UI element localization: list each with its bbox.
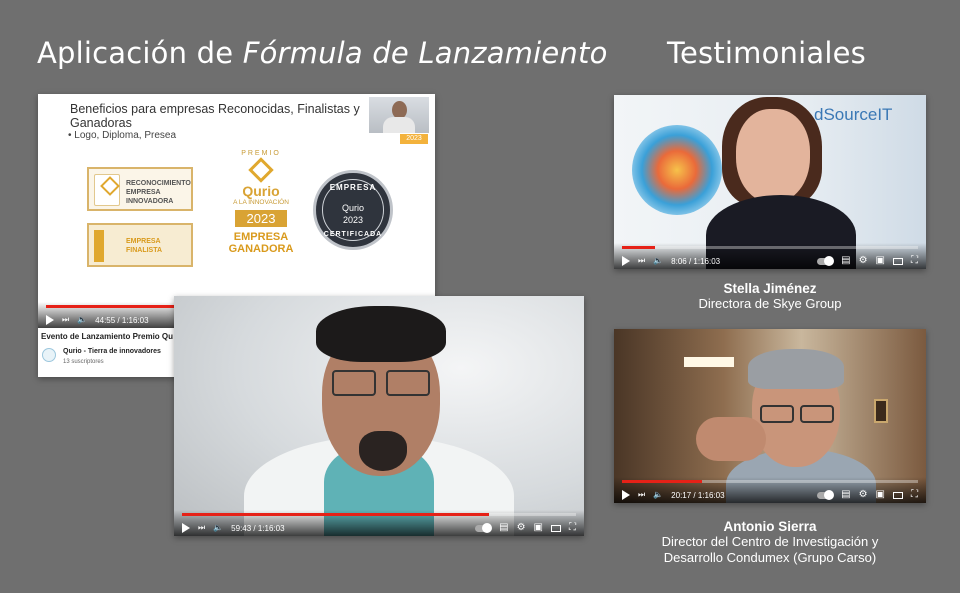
- time-display: 44:55 / 1:16:03: [95, 315, 149, 325]
- autoplay-toggle-icon[interactable]: [817, 255, 835, 266]
- fullscreen-icon[interactable]: ⛶: [911, 256, 918, 266]
- progress-played: [622, 246, 655, 249]
- volume-icon[interactable]: 🔈: [213, 524, 223, 532]
- play-icon[interactable]: [46, 315, 54, 325]
- seal-year: 2023: [342, 215, 364, 225]
- slide-title: Beneficios para empresas Reconocidas, Fi…: [70, 102, 360, 130]
- video-controls: ⏭ 🔈 59:43 / 1:16:03 ▤ ⚙ ▣ ⛶: [174, 510, 584, 536]
- award-reconocimiento-text: RECONOCIMIENTO EMPRESA INNOVADORA: [126, 180, 191, 205]
- play-icon[interactable]: [622, 490, 630, 500]
- speaker-thumbnail: [369, 97, 429, 133]
- diagram-graphic: [632, 125, 722, 215]
- subtitles-icon[interactable]: ▤: [499, 523, 508, 533]
- testimonial-video-antonio[interactable]: ⏭ 🔈 20:17 / 1:16:03 ▤ ⚙ ▣ ⛶: [614, 329, 926, 503]
- award-finalista-text: EMPRESA FINALISTA: [126, 238, 163, 254]
- testimonial-role: Directora de Skye Group: [698, 296, 842, 311]
- next-icon[interactable]: ⏭: [638, 491, 645, 499]
- progress-played: [182, 513, 490, 516]
- time-display: 20:17 / 1:16:03: [671, 490, 725, 500]
- premio-label: PREMIO: [241, 150, 281, 157]
- backdrop-logo: dSourceIT: [814, 105, 893, 124]
- testimonial-role-line2: Desarrollo Condumex (Grupo Carso): [663, 550, 877, 565]
- channel-name[interactable]: Qurio - Tierra de innovadores: [63, 348, 161, 355]
- premio-sub: A LA INNOVACIÓN: [233, 199, 289, 206]
- qurio-logo-icon: [94, 174, 120, 206]
- testimonial-caption-stella: Stella Jiménez Directora de Skye Group: [614, 281, 926, 312]
- video-controls: ⏭ 🔈 20:17 / 1:16:03 ▤ ⚙ ▣ ⛶: [614, 477, 926, 503]
- fullscreen-icon[interactable]: ⛶: [911, 490, 918, 500]
- play-icon[interactable]: [182, 523, 190, 533]
- premio-brand: Qurio: [242, 183, 280, 199]
- testimonial-name: Stella Jiménez: [723, 281, 817, 296]
- video-title[interactable]: Evento de Lanzamiento Premio Qu: [41, 332, 173, 341]
- play-icon[interactable]: [622, 256, 630, 266]
- premio-ganadora-badge: PREMIO Qurio A LA INNOVACIÓN 2023 EMPRES…: [216, 150, 306, 280]
- subtitles-icon[interactable]: ▤: [841, 490, 850, 500]
- seal-bottom: CERTIFICADA: [323, 231, 383, 238]
- award-reconocimiento: RECONOCIMIENTO EMPRESA INNOVADORA: [87, 167, 193, 211]
- theater-icon[interactable]: [551, 524, 561, 532]
- seal-top: EMPRESA: [329, 183, 377, 192]
- heading-testimoniales: Testimoniales: [667, 36, 866, 70]
- video-controls: ⏭ 🔈 8:06 / 1:16:03 ▤ ⚙ ▣ ⛶: [614, 243, 926, 269]
- progress-played: [622, 480, 702, 483]
- slide-bullet: • Logo, Diploma, Presea: [68, 130, 177, 141]
- autoplay-toggle-icon[interactable]: [475, 522, 493, 533]
- testimonial-caption-antonio: Antonio Sierra Director del Centro de In…: [614, 519, 926, 566]
- seal-brand: Qurio: [341, 203, 364, 213]
- heading-aplicacion: Aplicación de Fórmula de Lanzamiento: [37, 36, 608, 70]
- settings-icon[interactable]: ⚙: [517, 523, 526, 533]
- progress-bar[interactable]: [622, 480, 918, 483]
- subtitles-icon[interactable]: ▤: [841, 256, 850, 266]
- volume-icon[interactable]: 🔈: [653, 257, 663, 265]
- time-display: 8:06 / 1:16:03: [671, 256, 721, 266]
- testimonial-name: Antonio Sierra: [723, 519, 817, 534]
- settings-icon[interactable]: ⚙: [859, 256, 868, 266]
- autoplay-toggle-icon[interactable]: [817, 489, 835, 500]
- premio-ganadora: EMPRESA GANADORA: [228, 231, 294, 255]
- miniplayer-icon[interactable]: ▣: [876, 256, 885, 266]
- next-icon[interactable]: ⏭: [62, 316, 69, 324]
- year-bar: [94, 230, 104, 262]
- ceiling-light: [684, 357, 734, 367]
- empresa-certificada-seal: EMPRESA Qurio 2023 CERTIFICADA: [313, 170, 393, 250]
- fullscreen-icon[interactable]: ⛶: [569, 523, 576, 533]
- heading-prefix: Aplicación de: [37, 36, 243, 70]
- volume-icon[interactable]: 🔈: [653, 491, 663, 499]
- volume-icon[interactable]: 🔈: [77, 316, 87, 324]
- settings-icon[interactable]: ⚙: [859, 490, 868, 500]
- testimonial-role-line1: Director del Centro de Investigación y: [661, 534, 879, 549]
- progress-bar[interactable]: [622, 246, 918, 249]
- time-display: 59:43 / 1:16:03: [231, 523, 285, 533]
- testimonial-video-stella[interactable]: dSourceIT ⏭ 🔈 8:06 / 1:16:03 ▤ ⚙ ▣ ⛶: [614, 95, 926, 269]
- channel-avatar[interactable]: [42, 348, 56, 362]
- theater-icon[interactable]: [893, 257, 903, 265]
- award-finalista: EMPRESA FINALISTA: [87, 223, 193, 267]
- theater-icon[interactable]: [893, 491, 903, 499]
- channel-subscribers: 13 suscriptores: [63, 359, 104, 365]
- miniplayer-icon[interactable]: ▣: [534, 523, 543, 533]
- premio-year: 2023: [235, 210, 287, 227]
- qurio-diamond-icon: [248, 157, 274, 183]
- wall-frame: [874, 399, 888, 423]
- next-icon[interactable]: ⏭: [198, 524, 205, 532]
- miniplayer-icon[interactable]: ▣: [876, 490, 885, 500]
- heading-emphasis: Fórmula de Lanzamiento: [242, 36, 608, 70]
- thumbnail-badge: 2023: [400, 134, 428, 144]
- progress-bar[interactable]: [182, 513, 576, 516]
- main-speaker-video[interactable]: ⏭ 🔈 59:43 / 1:16:03 ▤ ⚙ ▣ ⛶: [174, 296, 584, 536]
- next-icon[interactable]: ⏭: [638, 257, 645, 265]
